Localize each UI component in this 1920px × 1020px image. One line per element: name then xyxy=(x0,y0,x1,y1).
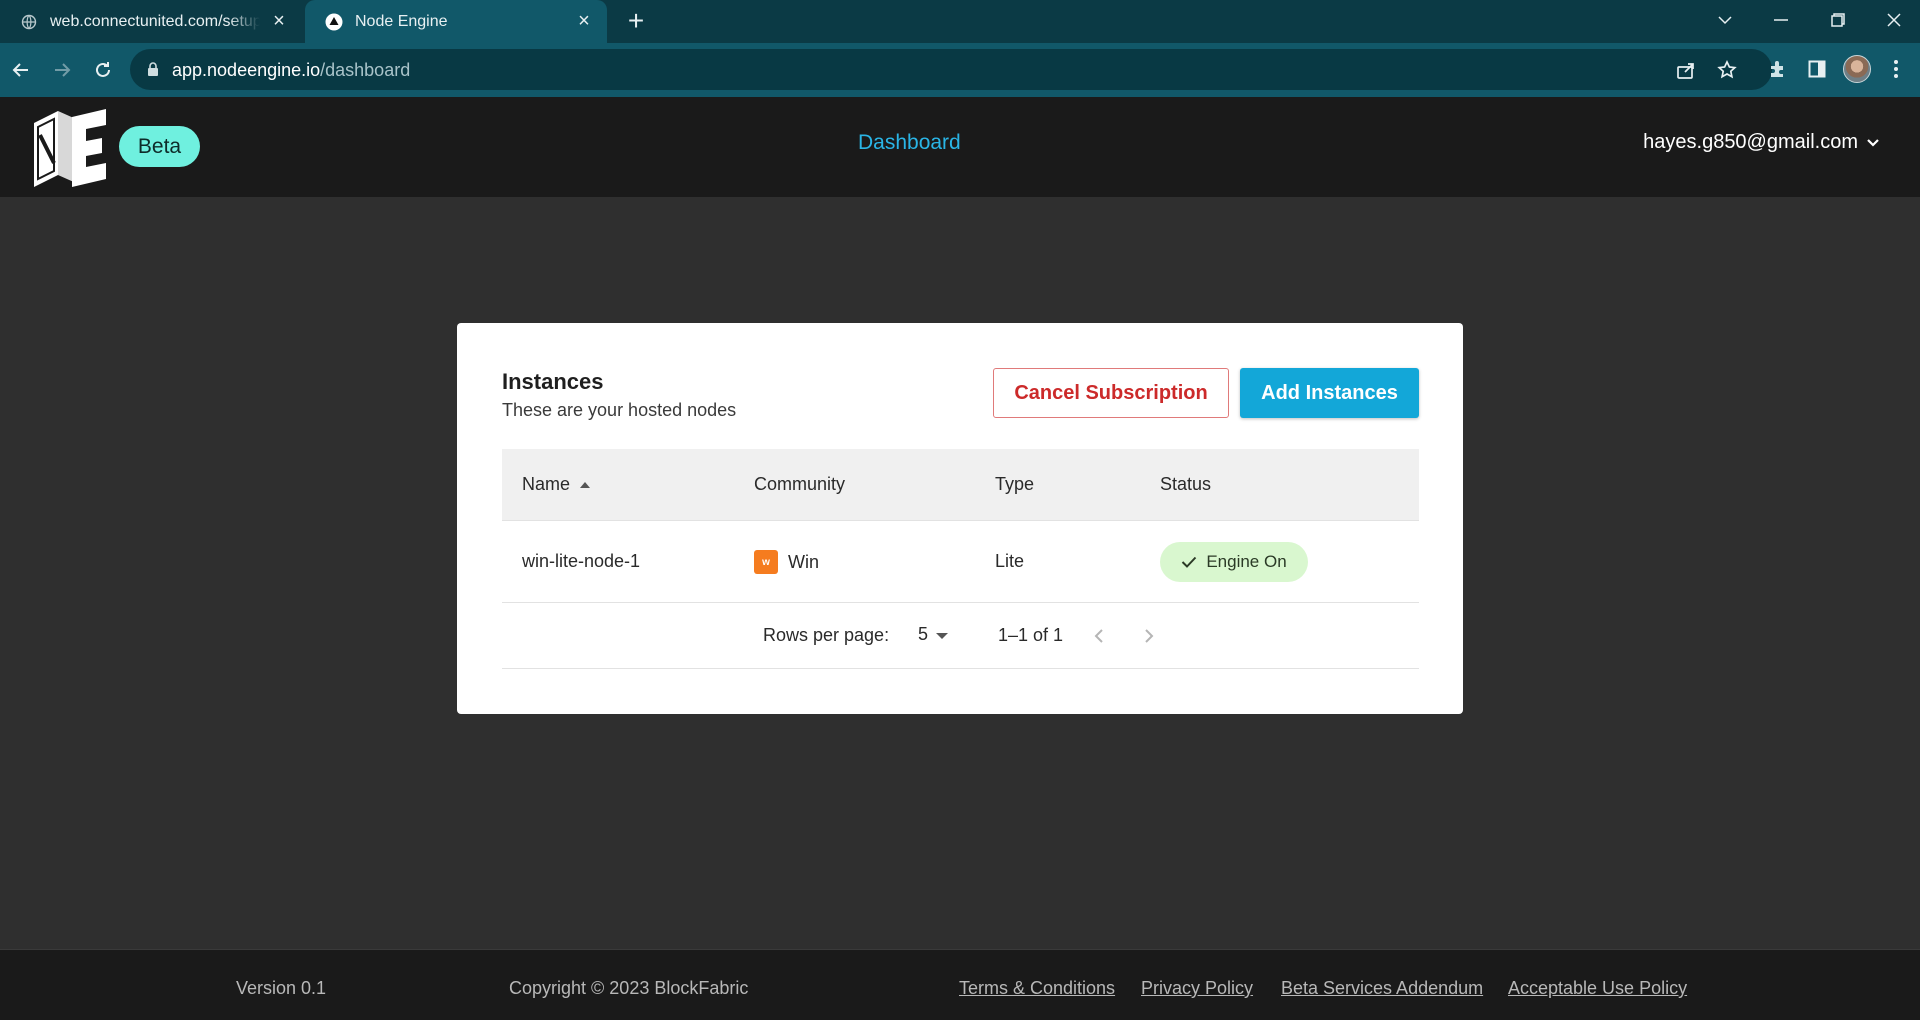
address-bar[interactable]: app.nodeengine.io/dashboard xyxy=(130,49,1772,90)
column-header-status: Status xyxy=(1160,474,1212,494)
extensions-puzzle-icon[interactable] xyxy=(1765,56,1791,82)
back-arrow-icon[interactable] xyxy=(6,55,36,85)
rows-per-page-label: Rows per page: xyxy=(763,625,890,645)
browser-tab-connectunited[interactable]: web.connectunited.com/setup-n × xyxy=(0,0,302,43)
check-icon xyxy=(1182,556,1197,568)
instances-title: Instances xyxy=(502,369,604,394)
forward-arrow-icon[interactable] xyxy=(47,55,77,85)
user-account-menu[interactable]: hayes.g850@gmail.com xyxy=(1643,131,1880,154)
nav-dashboard-link[interactable]: Dashboard xyxy=(858,131,961,155)
side-panel-icon[interactable] xyxy=(1804,56,1830,82)
share-icon[interactable] xyxy=(1675,59,1697,81)
tab-title: Node Engine xyxy=(355,12,448,30)
bookmark-star-icon[interactable] xyxy=(1716,59,1738,81)
url-text: app.nodeengine.io/dashboard xyxy=(172,60,411,80)
globe-icon xyxy=(20,13,38,31)
privacy-policy-link[interactable]: Privacy Policy xyxy=(1141,978,1253,999)
cancel-subscription-button[interactable]: Cancel Subscription xyxy=(993,368,1229,418)
column-header-type: Type xyxy=(995,474,1035,494)
terms-link[interactable]: Terms & Conditions xyxy=(959,978,1115,999)
column-header-name[interactable]: Name xyxy=(522,474,591,495)
beta-services-addendum-link[interactable]: Beta Services Addendum xyxy=(1281,978,1483,999)
close-icon[interactable]: × xyxy=(573,10,595,33)
node-engine-logo[interactable] xyxy=(28,105,110,189)
table-pagination: Rows per page: 5 1–1 of 1 xyxy=(502,603,1419,669)
instances-table: Name Community Type Status win-lite-node… xyxy=(502,449,1419,669)
win-community-icon: w xyxy=(754,550,778,574)
close-icon[interactable]: × xyxy=(268,10,290,33)
tab-search-chevron-icon[interactable] xyxy=(1699,0,1751,40)
sort-ascending-icon xyxy=(580,481,591,488)
status-badge: Engine On xyxy=(1160,542,1308,582)
table-header: Name Community Type Status xyxy=(502,449,1419,521)
beta-badge: Beta xyxy=(119,126,200,167)
previous-page-icon[interactable] xyxy=(1084,621,1114,651)
browser-tabstrip: web.connectunited.com/setup-n × Node Eng… xyxy=(0,0,1920,43)
more-vertical-icon[interactable] xyxy=(1883,56,1909,82)
restore-icon[interactable] xyxy=(1812,0,1864,40)
instances-subtitle: These are your hosted nodes xyxy=(502,400,737,420)
reload-icon[interactable] xyxy=(88,55,118,85)
rows-per-page-select[interactable]: 5 xyxy=(918,624,949,645)
table-row[interactable]: win-lite-node-1 w Win Lite Engine On xyxy=(502,521,1419,603)
footer: Version 0.1 Copyright © 2023 BlockFabric… xyxy=(0,949,1920,1020)
copyright-text: Copyright © 2023 BlockFabric xyxy=(509,978,749,998)
pagination-range: 1–1 of 1 xyxy=(998,625,1064,645)
lock-icon xyxy=(148,62,158,76)
column-header-community: Community xyxy=(754,474,846,494)
instances-card: Instances These are your hosted nodes Ca… xyxy=(457,323,1463,714)
new-tab-plus-icon[interactable]: + xyxy=(622,7,650,36)
add-instances-button[interactable]: Add Instances xyxy=(1240,368,1419,418)
user-email: hayes.g850@gmail.com xyxy=(1643,131,1858,153)
tab-title: web.connectunited.com/setup-n xyxy=(50,12,260,30)
acceptable-use-policy-link[interactable]: Acceptable Use Policy xyxy=(1508,978,1687,999)
instance-name: win-lite-node-1 xyxy=(522,551,641,571)
next-page-icon[interactable] xyxy=(1134,621,1164,651)
instance-community: w Win xyxy=(754,550,819,574)
profile-avatar[interactable] xyxy=(1843,55,1871,83)
app-header: Beta Dashboard hayes.g850@gmail.com xyxy=(0,97,1920,197)
minimize-icon[interactable] xyxy=(1755,0,1807,40)
browser-toolbar: app.nodeengine.io/dashboard xyxy=(0,43,1920,97)
close-window-icon[interactable] xyxy=(1868,0,1920,40)
version-text: Version 0.1 xyxy=(236,978,327,998)
dropdown-caret-icon xyxy=(936,632,949,639)
chevron-down-icon xyxy=(1867,138,1879,147)
node-engine-favicon-icon xyxy=(325,13,343,31)
instance-type: Lite xyxy=(995,551,1025,571)
browser-tab-node-engine[interactable]: Node Engine × xyxy=(305,0,607,43)
